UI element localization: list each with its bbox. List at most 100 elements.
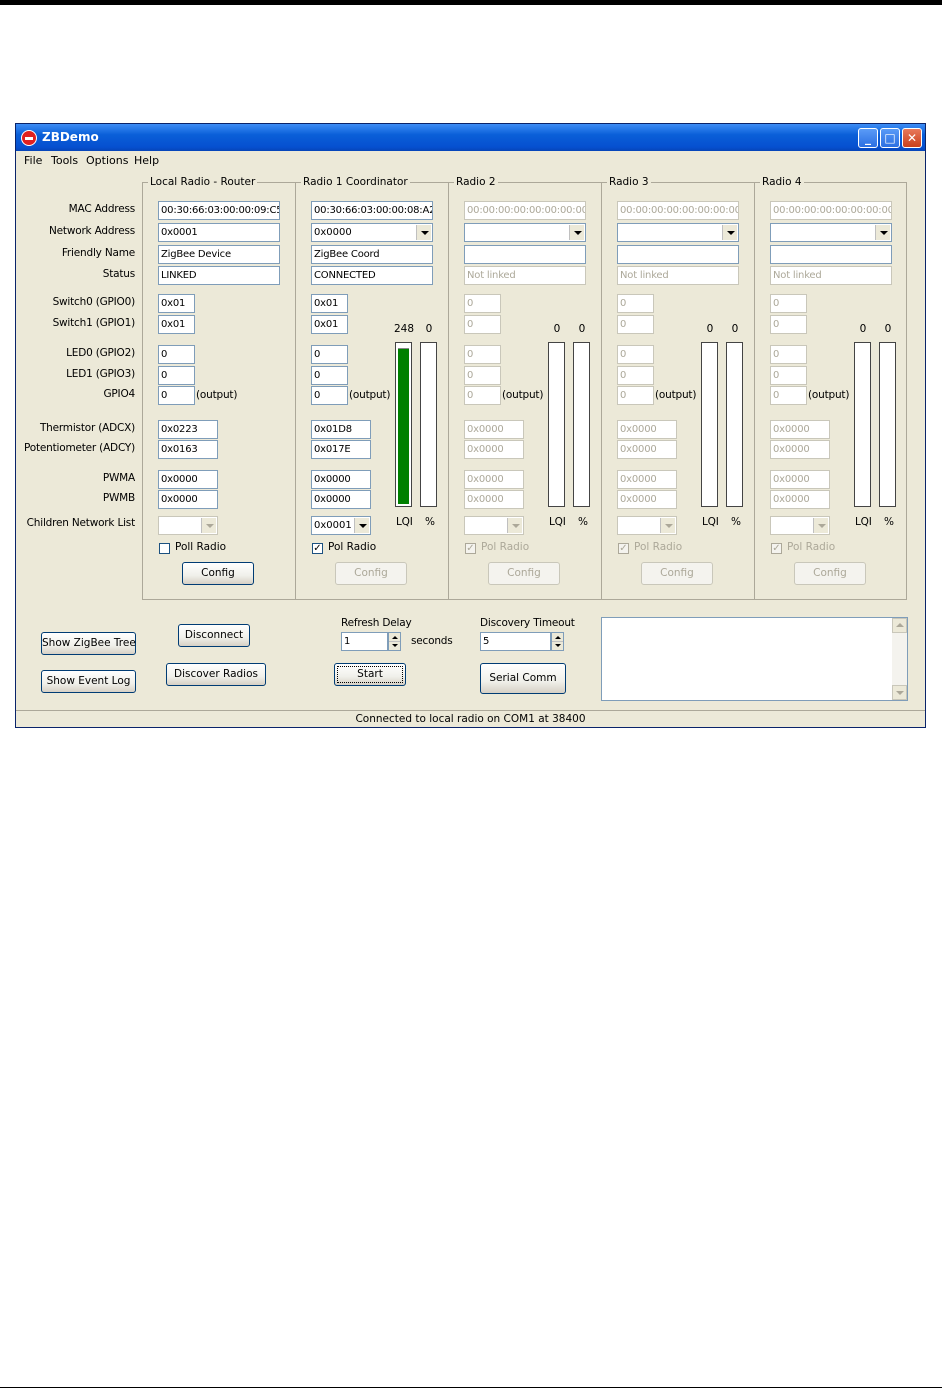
mac-address-field[interactable]: 00:00:00:00:00:00:00:00 <box>464 201 586 220</box>
arrow-up-icon[interactable] <box>552 633 563 642</box>
switch1-field[interactable]: 0x01 <box>311 315 348 334</box>
friendly-name-field[interactable]: ZigBee Device <box>158 245 280 264</box>
menu-tools[interactable]: Tools <box>51 154 78 167</box>
config-button[interactable]: Config <box>794 562 866 585</box>
switch0-field[interactable]: 0 <box>617 294 654 313</box>
switch1-field[interactable]: 0x01 <box>158 315 195 334</box>
network-address-dropdown[interactable] <box>770 223 892 242</box>
mac-address-field[interactable]: 00:00:00:00:00:00:00:00 <box>617 201 739 220</box>
potentiometer-field[interactable]: 0x0000 <box>464 440 524 459</box>
potentiometer-field[interactable]: 0x0000 <box>617 440 677 459</box>
network-address-dropdown[interactable]: 0x0000 <box>311 223 433 242</box>
children-network-dropdown[interactable] <box>158 516 218 535</box>
gpio4-field[interactable]: 0 <box>770 386 807 405</box>
chevron-down-icon[interactable] <box>507 518 522 533</box>
led0-field[interactable]: 0 <box>158 345 195 364</box>
config-button[interactable]: Config <box>335 562 407 585</box>
pwmb-field[interactable]: 0x0000 <box>770 490 830 509</box>
show-event-log-button[interactable]: Show Event Log <box>41 670 136 693</box>
discover-radios-button[interactable]: Discover Radios <box>166 663 266 686</box>
pwma-field[interactable]: 0x0000 <box>158 470 218 489</box>
start-button[interactable]: Start <box>334 663 406 686</box>
pwma-field[interactable]: 0x0000 <box>464 470 524 489</box>
switch1-field[interactable]: 0 <box>617 315 654 334</box>
maximize-button[interactable]: □ <box>880 128 900 148</box>
chevron-down-icon[interactable] <box>201 518 216 533</box>
arrow-down-icon[interactable] <box>389 642 400 650</box>
potentiometer-field[interactable]: 0x0000 <box>770 440 830 459</box>
led1-field[interactable]: 0 <box>311 366 348 385</box>
potentiometer-field[interactable]: 0x017E <box>311 440 371 459</box>
led0-field[interactable]: 0 <box>617 345 654 364</box>
config-button[interactable]: Config <box>641 562 713 585</box>
switch1-field[interactable]: 0 <box>770 315 807 334</box>
gpio4-field[interactable]: 0 <box>311 386 348 405</box>
switch0-field[interactable]: 0x01 <box>311 294 348 313</box>
discovery-timeout-stepper[interactable] <box>551 632 564 651</box>
menu-help[interactable]: Help <box>134 154 159 167</box>
arrow-down-icon[interactable] <box>552 642 563 650</box>
children-network-dropdown[interactable] <box>464 516 524 535</box>
switch1-field[interactable]: 0 <box>464 315 501 334</box>
switch0-field[interactable]: 0x01 <box>158 294 195 313</box>
thermistor-field[interactable]: 0x01D8 <box>311 420 371 439</box>
thermistor-field[interactable]: 0x0223 <box>158 420 218 439</box>
chevron-down-icon[interactable] <box>813 518 828 533</box>
config-button[interactable]: Config <box>488 562 560 585</box>
gpio4-field[interactable]: 0 <box>158 386 195 405</box>
serial-comm-button[interactable]: Serial Comm <box>480 663 566 694</box>
friendly-name-field[interactable]: ZigBee Coord <box>311 245 433 264</box>
scroll-down-icon[interactable] <box>892 685 907 700</box>
led0-field[interactable]: 0 <box>311 345 348 364</box>
poll-radio-checkbox[interactable] <box>159 543 170 554</box>
title-bar[interactable]: ZBDemo _ □ ✕ <box>16 124 925 151</box>
chevron-down-icon[interactable] <box>660 518 675 533</box>
led0-field[interactable]: 0 <box>770 345 807 364</box>
refresh-delay-stepper[interactable] <box>388 632 401 651</box>
scroll-up-icon[interactable] <box>892 618 907 633</box>
mac-address-field[interactable]: 00:00:00:00:00:00:00:00 <box>770 201 892 220</box>
led1-field[interactable]: 0 <box>770 366 807 385</box>
children-network-dropdown[interactable]: 0x0001 <box>311 516 371 535</box>
thermistor-field[interactable]: 0x0000 <box>617 420 677 439</box>
discovery-timeout-input[interactable]: 5 <box>480 632 551 651</box>
chevron-down-icon[interactable] <box>569 225 584 240</box>
close-button[interactable]: ✕ <box>902 128 922 148</box>
chevron-down-icon[interactable] <box>722 225 737 240</box>
led0-field[interactable]: 0 <box>464 345 501 364</box>
refresh-delay-input[interactable]: 1 <box>341 632 388 651</box>
poll-radio-checkbox[interactable]: ✓ <box>465 543 476 554</box>
menu-options[interactable]: Options <box>86 154 128 167</box>
led1-field[interactable]: 0 <box>464 366 501 385</box>
thermistor-field[interactable]: 0x0000 <box>464 420 524 439</box>
children-network-dropdown[interactable] <box>770 516 830 535</box>
pwmb-field[interactable]: 0x0000 <box>617 490 677 509</box>
chevron-down-icon[interactable] <box>354 518 369 533</box>
pwmb-field[interactable]: 0x0000 <box>464 490 524 509</box>
event-log-textarea[interactable] <box>601 617 908 701</box>
minimize-button[interactable]: _ <box>858 128 878 148</box>
network-address-field[interactable]: 0x0001 <box>158 223 280 242</box>
friendly-name-field[interactable] <box>464 245 586 264</box>
pwma-field[interactable]: 0x0000 <box>617 470 677 489</box>
network-address-dropdown[interactable] <box>464 223 586 242</box>
arrow-up-icon[interactable] <box>389 633 400 642</box>
gpio4-field[interactable]: 0 <box>617 386 654 405</box>
poll-radio-checkbox[interactable]: ✓ <box>771 543 782 554</box>
mac-address-field[interactable]: 00:30:66:03:00:00:09:C5 <box>158 201 280 220</box>
pwmb-field[interactable]: 0x0000 <box>311 490 371 509</box>
switch0-field[interactable]: 0 <box>464 294 501 313</box>
pwmb-field[interactable]: 0x0000 <box>158 490 218 509</box>
config-button[interactable]: Config <box>182 562 254 585</box>
poll-radio-checkbox[interactable]: ✓ <box>618 543 629 554</box>
children-network-dropdown[interactable] <box>617 516 677 535</box>
friendly-name-field[interactable] <box>617 245 739 264</box>
switch0-field[interactable]: 0 <box>770 294 807 313</box>
poll-radio-checkbox[interactable]: ✓ <box>312 543 323 554</box>
gpio4-field[interactable]: 0 <box>464 386 501 405</box>
led1-field[interactable]: 0 <box>158 366 195 385</box>
pwma-field[interactable]: 0x0000 <box>770 470 830 489</box>
potentiometer-field[interactable]: 0x0163 <box>158 440 218 459</box>
disconnect-button[interactable]: Disconnect <box>178 624 250 647</box>
chevron-down-icon[interactable] <box>875 225 890 240</box>
